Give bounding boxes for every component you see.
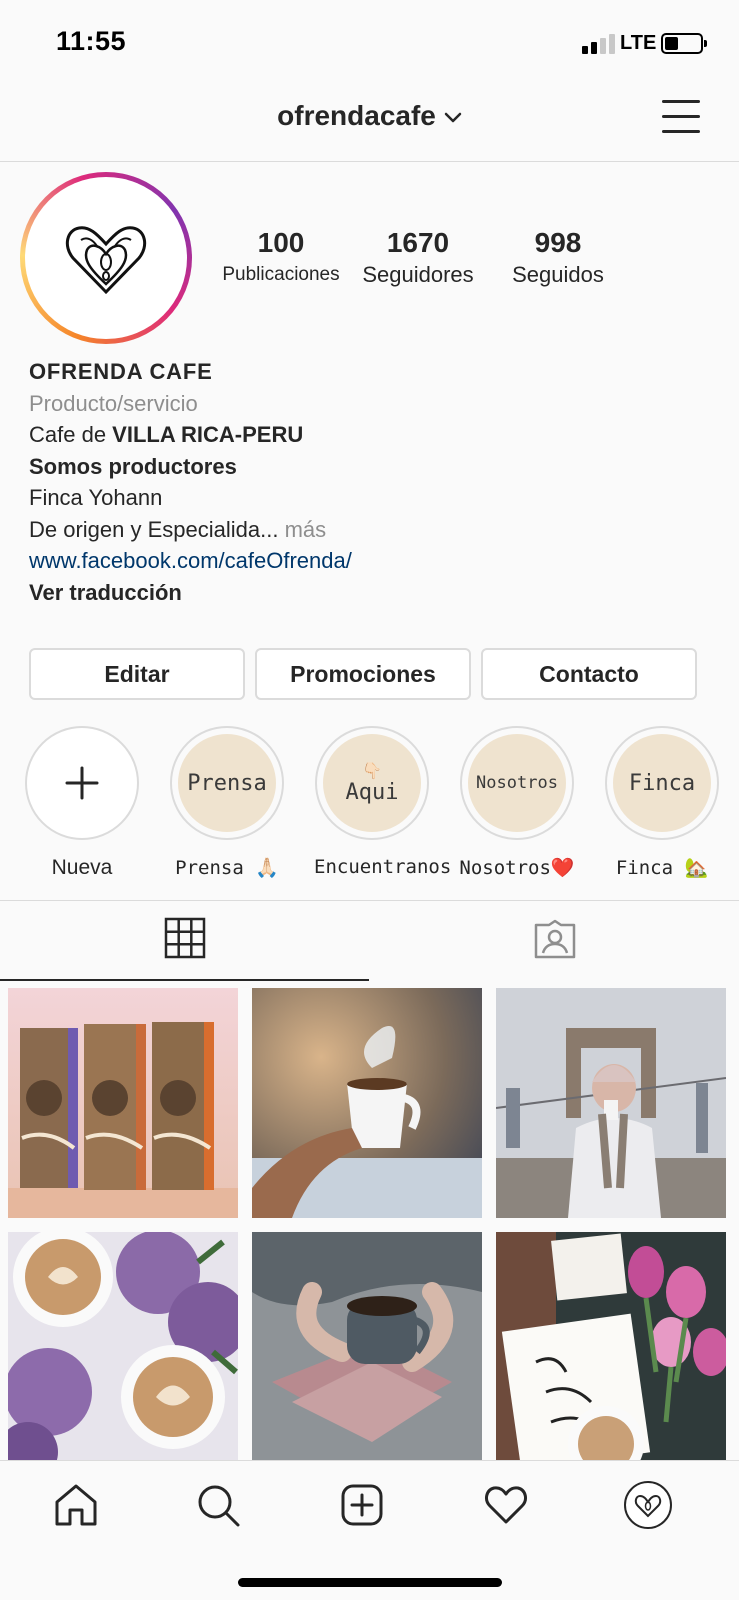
hands-holding-mug-photo xyxy=(252,1232,482,1462)
posts-count-label: Publicaciones xyxy=(222,264,340,285)
highlight-caption: Nueva xyxy=(51,856,113,879)
profile-name: OFRENDA CAFE xyxy=(29,359,213,384)
bio-line-1-bold: VILLA RICA-PERU xyxy=(112,422,304,447)
highlight-nosotros[interactable]: Nosotros Nosotros❤️ xyxy=(459,726,575,879)
highlight-caption: Finca 🏡 xyxy=(615,857,709,879)
bio-line-2: Somos productores xyxy=(29,453,237,479)
home-icon[interactable] xyxy=(50,1479,102,1531)
account-switcher[interactable]: ofrendacafe xyxy=(0,100,739,132)
bio-website-link[interactable]: www.facebook.com/cafeOfrenda/ xyxy=(29,545,709,577)
post-thumbnail[interactable] xyxy=(8,988,238,1218)
highlight-cover: 👇🏻 Aqui xyxy=(323,734,421,832)
profile-header: ofrendacafe xyxy=(0,82,739,162)
coffee-bags-photo xyxy=(8,988,238,1218)
post-thumbnail[interactable] xyxy=(8,1232,238,1462)
profile-avatar[interactable] xyxy=(20,172,192,344)
highlight-finca[interactable]: Finca Finca 🏡 xyxy=(604,726,720,879)
following-count-value: 998 xyxy=(534,227,582,258)
bio-line-4: De origen y Especialida... más xyxy=(29,514,709,546)
see-translation-link[interactable]: Ver traducción xyxy=(29,577,709,609)
menu-icon[interactable] xyxy=(662,100,700,134)
promotions-button[interactable]: Promociones xyxy=(255,648,471,700)
post-thumbnail[interactable] xyxy=(496,1232,726,1462)
highlight-cover: Prensa xyxy=(178,734,276,832)
edit-profile-button[interactable]: Editar xyxy=(29,648,245,700)
heart-icon[interactable] xyxy=(480,1479,532,1531)
followers-count[interactable]: 1670 Seguidores xyxy=(354,226,482,290)
highlight-cover-text: Aqui xyxy=(345,779,399,805)
highlight-caption: Nosotros❤️ xyxy=(459,857,575,879)
posts-count[interactable]: 100 Publicaciones xyxy=(214,226,348,290)
profile-category: Producto/servicio xyxy=(29,390,198,416)
highlight-cover: Nosotros xyxy=(468,734,566,832)
bio-more-link[interactable]: más xyxy=(278,517,327,542)
tagged-person-icon xyxy=(534,919,576,964)
bio-line-4-text: De origen y Especialida... xyxy=(29,516,279,542)
plus-icon xyxy=(25,726,139,840)
latte-art-lilacs-photo xyxy=(8,1232,238,1462)
pointing-down-icon: 👇🏻 xyxy=(362,760,382,780)
story-highlights: Nueva Prensa Prensa 🙏🏻 👇🏻 Aqui Encuentra… xyxy=(0,726,739,879)
posts-count-value: 100 xyxy=(257,227,305,258)
tab-grid[interactable] xyxy=(0,901,369,981)
followers-count-value: 1670 xyxy=(386,227,450,258)
highlight-prensa[interactable]: Prensa Prensa 🙏🏻 xyxy=(169,726,285,879)
battery-icon xyxy=(661,33,707,54)
profile-actions: Editar Promociones Contacto xyxy=(29,648,711,700)
username-label: ofrendacafe xyxy=(277,100,436,131)
profile-avatar-icon[interactable] xyxy=(622,1479,674,1531)
status-time: 11:55 xyxy=(56,26,127,56)
home-indicator xyxy=(238,1578,502,1587)
followers-count-label: Seguidores xyxy=(362,262,474,287)
highlight-caption: Encuentranos xyxy=(314,856,452,878)
profile-tabs xyxy=(0,900,739,981)
post-thumbnail[interactable] xyxy=(252,988,482,1218)
post-thumbnail[interactable] xyxy=(252,1232,482,1462)
following-count[interactable]: 998 Seguidos xyxy=(500,226,616,290)
bio-line-3: Finca Yohann xyxy=(29,485,163,510)
woman-on-bridge-photo xyxy=(496,988,726,1218)
new-post-icon[interactable] xyxy=(336,1479,388,1531)
highlight-new[interactable]: Nueva xyxy=(24,726,140,880)
hand-holding-coffee-cup-photo xyxy=(252,988,482,1218)
status-bar: 11:55 LTE xyxy=(0,0,739,82)
search-icon[interactable] xyxy=(192,1479,244,1531)
post-thumbnail[interactable] xyxy=(496,988,726,1218)
bio-line-1-text: Cafe de xyxy=(29,422,113,447)
grid-icon xyxy=(164,917,206,964)
tab-tagged[interactable] xyxy=(370,901,739,981)
profile-stats: 100 Publicaciones 1670 Seguidores 998 Se… xyxy=(210,226,630,296)
love-coffee-tulips-photo xyxy=(496,1232,726,1462)
contact-button[interactable]: Contacto xyxy=(481,648,697,700)
network-label: LTE xyxy=(620,32,657,54)
highlight-cover: Finca xyxy=(613,734,711,832)
chevron-down-icon xyxy=(444,99,462,131)
following-count-label: Seguidos xyxy=(512,262,604,287)
bio-line-1: Cafe de VILLA RICA-PERU xyxy=(29,419,709,451)
ofrenda-logo-icon xyxy=(29,181,183,335)
highlight-encuentranos[interactable]: 👇🏻 Aqui Encuentranos xyxy=(314,726,452,878)
profile-bio: OFRENDA CAFE Producto/servicio Cafe de V… xyxy=(29,356,709,608)
signal-icon xyxy=(582,34,616,54)
highlight-caption: Prensa 🙏🏻 xyxy=(175,857,279,879)
bottom-navigation xyxy=(0,1460,739,1600)
